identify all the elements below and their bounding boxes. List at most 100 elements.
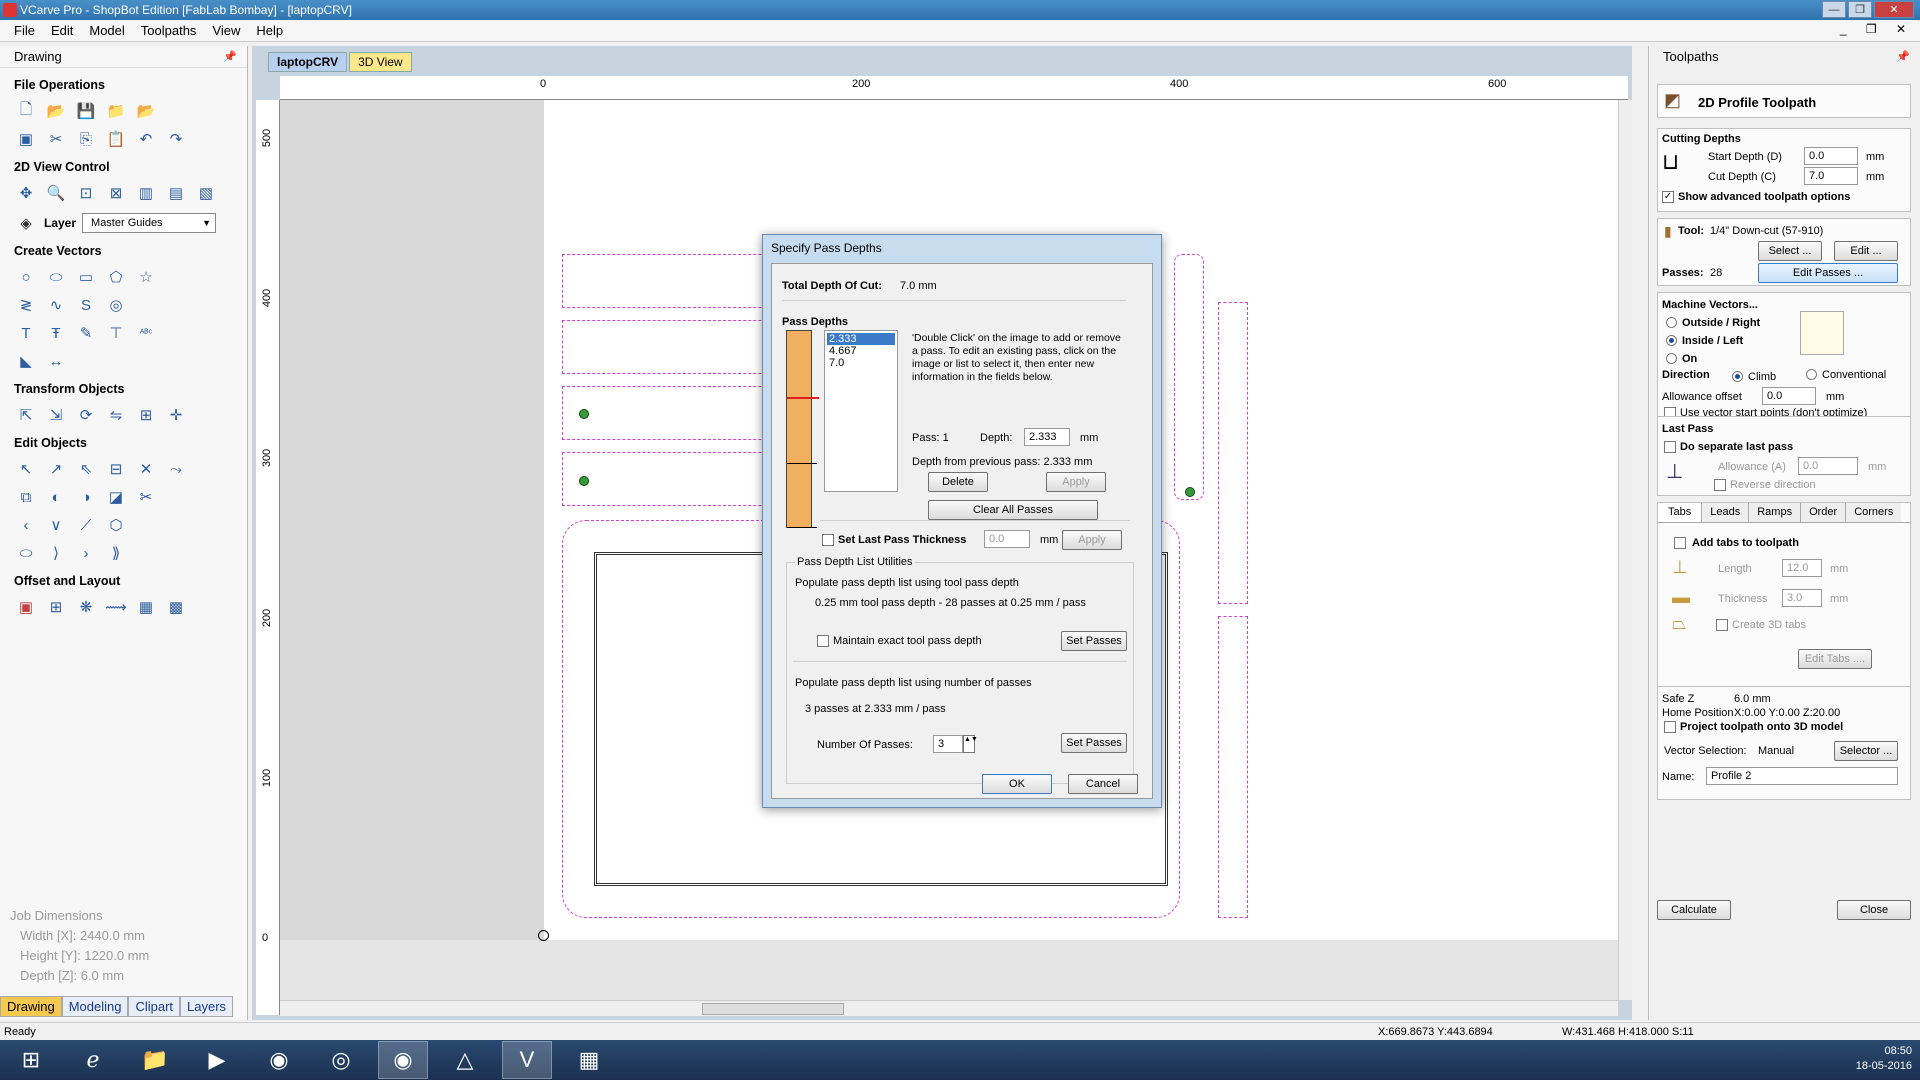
align-icon[interactable]: ⊞ <box>134 404 158 426</box>
layer-dropdown[interactable]: Master Guides <box>82 213 217 233</box>
copy-icon[interactable]: ⎘ <box>74 128 98 150</box>
menu-file[interactable]: File <box>6 23 43 38</box>
nest-parts-icon[interactable]: ▩ <box>164 596 188 618</box>
spline-icon[interactable]: S <box>74 294 98 316</box>
edit-passes-button[interactable]: Edit Passes ... <box>1758 263 1898 283</box>
circular-array-icon[interactable]: ❋ <box>74 596 98 618</box>
text-on-curve-icon[interactable]: ✎ <box>74 322 98 344</box>
menu-toolpaths[interactable]: Toolpaths <box>133 23 205 38</box>
scroll-thumb[interactable] <box>702 1003 844 1015</box>
view-grid-icon[interactable]: ▤ <box>164 182 188 204</box>
menu-model[interactable]: Model <box>81 23 132 38</box>
pass-marker[interactable] <box>787 527 817 528</box>
list-item[interactable]: 4.667 <box>827 345 895 357</box>
intersect-icon[interactable]: ◑ <box>74 486 98 508</box>
ok-button[interactable]: OK <box>982 774 1052 794</box>
text-fit-icon[interactable]: ⊤ <box>104 322 128 344</box>
text-icon[interactable]: T <box>14 322 38 344</box>
firefox-icon[interactable]: ◉ <box>254 1041 304 1079</box>
new-file-icon[interactable]: 🗋 <box>14 100 38 122</box>
media-player-icon[interactable]: ▶ <box>192 1041 242 1079</box>
zoom-icon[interactable]: 🔍 <box>44 182 68 204</box>
chromium-icon[interactable]: ◎ <box>316 1041 366 1079</box>
pass-marker-selected[interactable] <box>787 397 819 399</box>
copy-along-icon[interactable]: ⟿ <box>104 596 128 618</box>
view-split-icon[interactable]: ▥ <box>134 182 158 204</box>
vertical-scrollbar[interactable] <box>1618 100 1632 1000</box>
tab-modeling[interactable]: Modeling <box>61 996 129 1017</box>
zoom-box-icon[interactable]: ⊠ <box>104 182 128 204</box>
internet-explorer-icon[interactable]: ℯ <box>68 1041 118 1079</box>
number-of-passes-input[interactable]: 3 <box>933 735 963 753</box>
allowance-a-input[interactable]: 0.0 <box>1798 457 1858 475</box>
tab-layers[interactable]: Layers <box>180 996 234 1017</box>
tab-corners[interactable]: Corners <box>1846 503 1902 522</box>
import-icon[interactable]: 📁 <box>104 100 128 122</box>
depth-input[interactable]: 2.333 <box>1024 428 1070 446</box>
inside-left-radio[interactable] <box>1666 335 1677 346</box>
edit-tool-button[interactable]: Edit ... <box>1834 241 1898 261</box>
cancel-button[interactable]: Cancel <box>1068 774 1138 794</box>
selector-button[interactable]: Selector ... <box>1834 741 1898 761</box>
select-icon[interactable]: ↖ <box>14 458 38 480</box>
mdi-buttons[interactable]: _ ❐ ✕ <box>1840 22 1914 36</box>
nesting-icon[interactable]: ▦ <box>134 596 158 618</box>
curve-icon[interactable]: ∿ <box>44 294 68 316</box>
vcarve-icon[interactable]: V <box>502 1041 552 1079</box>
import-bitmap-icon[interactable]: 📂 <box>134 100 158 122</box>
center-icon[interactable]: ✛ <box>164 404 188 426</box>
create-3d-tabs-checkbox[interactable] <box>1716 619 1728 631</box>
job-setup-icon[interactable]: ▣ <box>14 128 38 150</box>
passes-spinner[interactable]: ▲▼ <box>963 735 978 753</box>
undo-icon[interactable]: ↶ <box>134 128 158 150</box>
add-tabs-checkbox[interactable] <box>1674 537 1686 549</box>
tab-3d-view[interactable]: 3D View <box>349 52 412 72</box>
vector-outline[interactable] <box>1218 616 1248 918</box>
polyline-icon[interactable]: ≷ <box>14 294 38 316</box>
minimize-button[interactable]: — <box>1822 1 1846 18</box>
scissors-icon[interactable]: ✂ <box>134 486 158 508</box>
name-input[interactable]: Profile 2 <box>1706 767 1898 785</box>
text-box-icon[interactable]: Ŧ <box>44 322 68 344</box>
start-depth-input[interactable]: 0.0 <box>1804 147 1858 165</box>
rotate-icon[interactable]: ⟳ <box>74 404 98 426</box>
pan-icon[interactable]: ✥ <box>14 182 38 204</box>
pass-marker[interactable] <box>787 463 817 464</box>
tab-clipart[interactable]: Clipart <box>128 996 181 1017</box>
start-button-icon[interactable]: ⊞ <box>6 1041 56 1079</box>
climb-radio[interactable] <box>1732 371 1743 382</box>
line-join-icon[interactable]: ⟋ <box>74 514 98 536</box>
redo-icon[interactable]: ↷ <box>164 128 188 150</box>
spiral-icon[interactable]: ◎ <box>104 294 128 316</box>
cut-icon[interactable]: ✂ <box>44 128 68 150</box>
outside-right-radio[interactable] <box>1666 317 1677 328</box>
tab-leads[interactable]: Leads <box>1702 503 1750 522</box>
project-toolpath-checkbox[interactable] <box>1664 721 1676 733</box>
calculator-icon[interactable]: ▦ <box>564 1041 614 1079</box>
dimension-icon[interactable]: ↔ <box>44 350 68 372</box>
rectangle-icon[interactable]: ▭ <box>74 266 98 288</box>
arc-icon[interactable]: ‹ <box>14 514 38 536</box>
star-icon[interactable]: ☆ <box>134 266 158 288</box>
set-passes-button-1[interactable]: Set Passes <box>1061 631 1127 651</box>
thickness-input[interactable]: 3.0 <box>1782 589 1822 607</box>
apply-last-pass-button[interactable]: Apply <box>1062 530 1122 550</box>
bracket-icon[interactable]: › <box>74 542 98 564</box>
open-file-icon[interactable]: 📂 <box>44 100 68 122</box>
tab-ramps[interactable]: Ramps <box>1749 503 1802 522</box>
pass-item-selected[interactable]: 2.333 <box>827 333 895 345</box>
horizontal-scrollbar[interactable] <box>280 1000 1618 1016</box>
cut-depth-input[interactable]: 7.0 <box>1804 167 1858 185</box>
trim-icon[interactable]: ✕ <box>134 458 158 480</box>
list-item[interactable]: 7.0 <box>827 357 895 369</box>
clock-date[interactable]: 18-05-2016 <box>1856 1059 1912 1074</box>
save-icon[interactable]: 💾 <box>74 100 98 122</box>
array-copy-icon[interactable]: ⊞ <box>44 596 68 618</box>
paste-icon[interactable]: 📋 <box>104 128 128 150</box>
calculate-button[interactable]: Calculate <box>1657 900 1731 920</box>
view-toggle-icon[interactable]: ▧ <box>194 182 218 204</box>
reverse-direction-checkbox[interactable] <box>1714 479 1726 491</box>
v-fillet-icon[interactable]: ∨ <box>44 514 68 536</box>
join-open-icon[interactable]: ⟩ <box>44 542 68 564</box>
fillet-icon[interactable]: ◪ <box>104 486 128 508</box>
